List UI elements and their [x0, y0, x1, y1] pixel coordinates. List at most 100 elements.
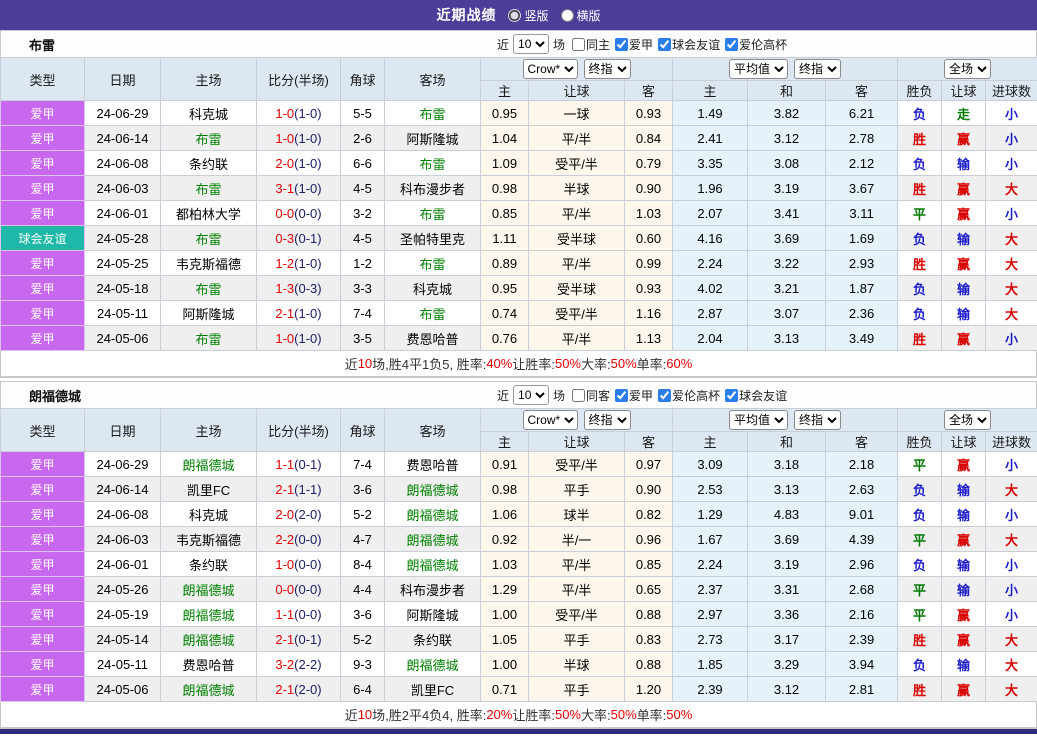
result-winloss: 平	[897, 451, 943, 477]
corner-score: 4-4	[340, 576, 385, 602]
competition-type-badge: 爱甲	[0, 626, 85, 652]
average-select[interactable]: 平均值	[729, 59, 789, 79]
fulltime-score: 1-1	[275, 456, 295, 472]
halftime-score: (0-0)	[294, 531, 322, 547]
result-winloss: 胜	[897, 626, 943, 652]
avg-away-odds: 3.67	[825, 175, 899, 201]
league-filter-checkbox-label[interactable]: 球会友谊	[725, 387, 787, 404]
league-filter-checkbox-label[interactable]: 爱甲	[615, 36, 653, 53]
handicap-away-odds: 0.97	[623, 451, 674, 477]
same-venue-checkbox-label[interactable]: 同客	[572, 387, 610, 404]
layout-horizontal-label: 横版	[576, 8, 601, 23]
summary-part: 40%	[486, 356, 513, 371]
column-header: 日期	[84, 408, 161, 452]
layout-horizontal-radio[interactable]	[560, 8, 574, 22]
league-filter-checkbox[interactable]	[725, 388, 739, 402]
avg-away-odds: 2.18	[825, 451, 899, 477]
column-header: 角球	[340, 57, 385, 101]
match-score: 2-1(0-1)	[256, 626, 341, 652]
handicap-away-odds: 1.16	[623, 300, 674, 326]
away-team-name: 布雷	[384, 250, 481, 276]
away-team-name: 条约联	[384, 626, 481, 652]
corner-score: 5-5	[340, 100, 385, 126]
match-row: 爱甲 24-05-26 朗福德城 0-0(0-0) 4-4 科布漫步者 1.29 平/半 0.6…	[0, 576, 1037, 602]
league-filter-checkbox[interactable]	[615, 388, 629, 402]
league-filter-checkbox[interactable]	[725, 37, 739, 51]
final-odds-select-2[interactable]: 终指	[794, 410, 842, 430]
same-venue-checkbox-label[interactable]: 同主	[572, 36, 610, 53]
recent-count-select[interactable]: 10	[513, 34, 550, 54]
final-odds-select[interactable]: 终指	[583, 59, 631, 79]
handicap-line: 受半球	[528, 275, 625, 301]
column-subheader: 胜负	[897, 80, 943, 101]
avg-draw-odds: 3.07	[747, 300, 827, 326]
competition-type-badge: 爱甲	[0, 676, 85, 702]
layout-vertical-option[interactable]: 竖版	[508, 7, 549, 24]
column-subheader: 客	[623, 80, 674, 101]
result-handicap: 赢	[941, 676, 987, 702]
layout-vertical-label: 竖版	[524, 8, 549, 23]
league-filter-checkbox[interactable]	[658, 37, 672, 51]
league-filter-checkbox-label[interactable]: 爱甲	[615, 387, 653, 404]
average-select[interactable]: 平均值	[729, 410, 789, 430]
handicap-away-odds: 1.20	[623, 676, 674, 702]
summary-part: 近	[344, 708, 358, 723]
league-filter-checkbox-label[interactable]: 爱伦高杯	[658, 387, 720, 404]
column-subheader: 和	[747, 431, 827, 452]
avg-away-odds: 1.87	[825, 275, 899, 301]
match-score: 1-0(1-0)	[256, 125, 341, 151]
league-filter-checkbox-label[interactable]: 球会友谊	[658, 36, 720, 53]
recent-results-page: 近期战绩 竖版 横版 布雷近 10 场同主 爱甲 球会友谊 爱伦高杯 类型 日期 主场 比分(半场…	[0, 0, 1037, 734]
fulltime-score: 2-0	[275, 506, 295, 522]
column-subheader: 客	[623, 431, 674, 452]
match-row: 爱甲 24-06-29 科克城 1-0(1-0) 5-5 布雷 0.95 一球 0.93 1.49…	[0, 100, 1037, 126]
avg-draw-odds: 3.31	[747, 576, 827, 602]
halftime-score: (1-0)	[294, 305, 322, 321]
column-subheader: 主	[480, 80, 529, 101]
league-filter-checkbox-label[interactable]: 爱伦高杯	[725, 36, 787, 53]
final-odds-select[interactable]: 终指	[583, 410, 631, 430]
match-date: 24-06-14	[84, 476, 161, 502]
column-header: 类型	[0, 408, 85, 452]
layout-horizontal-option[interactable]: 横版	[560, 7, 601, 24]
away-team-name: 科布漫步者	[384, 175, 481, 201]
result-winloss: 平	[897, 601, 943, 627]
layout-vertical-radio[interactable]	[508, 8, 522, 22]
avg-away-odds: 2.78	[825, 125, 899, 151]
avg-draw-odds: 3.82	[747, 100, 827, 126]
team-sections-container: 布雷近 10 场同主 爱甲 球会友谊 爱伦高杯 类型 日期 主场 比分(半场) 角球 客场 Crow* 终…	[0, 30, 1037, 729]
bookmaker-select[interactable]: Crow*	[522, 59, 578, 79]
match-score: 2-2(0-0)	[256, 526, 341, 552]
handicap-line: 受半球	[528, 225, 625, 251]
league-filter-checkbox[interactable]	[615, 37, 629, 51]
results-table: 类型 日期 主场 比分(半场) 角球 客场 Crow* 终指 平均值 终指 全场主让球客主和客胜负让…	[0, 408, 1037, 702]
avg-draw-odds: 3.22	[747, 250, 827, 276]
result-winloss: 胜	[897, 125, 943, 151]
handicap-home-odds: 1.00	[480, 651, 529, 677]
same-venue-checkbox[interactable]	[572, 37, 586, 51]
summary-part: 单率:	[636, 708, 667, 723]
avg-draw-odds: 3.29	[747, 651, 827, 677]
match-row: 爱甲 24-05-25 韦克斯福德 1-2(1-0) 1-2 布雷 0.89 平/半 0.99 2…	[0, 250, 1037, 276]
league-filter-checkbox[interactable]	[658, 388, 672, 402]
fulltime-score: 1-0	[275, 105, 295, 121]
bookmaker-select[interactable]: Crow*	[522, 410, 578, 430]
full-match-select[interactable]: 全场	[944, 59, 992, 79]
column-header: 日期	[84, 57, 161, 101]
fulltime-score: 2-2	[275, 531, 295, 547]
home-team-name: 布雷	[160, 275, 257, 301]
full-match-select[interactable]: 全场	[944, 410, 992, 430]
avg-home-odds: 4.02	[672, 275, 749, 301]
match-filter-controls: 近 10 场同客 爱甲 爱伦高杯 球会友谊	[495, 385, 787, 405]
handicap-home-odds: 1.09	[480, 150, 529, 176]
handicap-home-odds: 0.92	[480, 526, 529, 552]
result-goals: 大	[985, 526, 1037, 552]
match-score: 2-0(2-0)	[256, 501, 341, 527]
corner-score: 7-4	[340, 451, 385, 477]
final-odds-select-2[interactable]: 终指	[794, 59, 842, 79]
competition-type-badge: 爱甲	[0, 526, 85, 552]
away-team-name: 阿斯隆城	[384, 125, 481, 151]
recent-count-select[interactable]: 10	[513, 385, 550, 405]
same-venue-checkbox[interactable]	[572, 388, 586, 402]
column-subheader: 客	[825, 80, 899, 101]
